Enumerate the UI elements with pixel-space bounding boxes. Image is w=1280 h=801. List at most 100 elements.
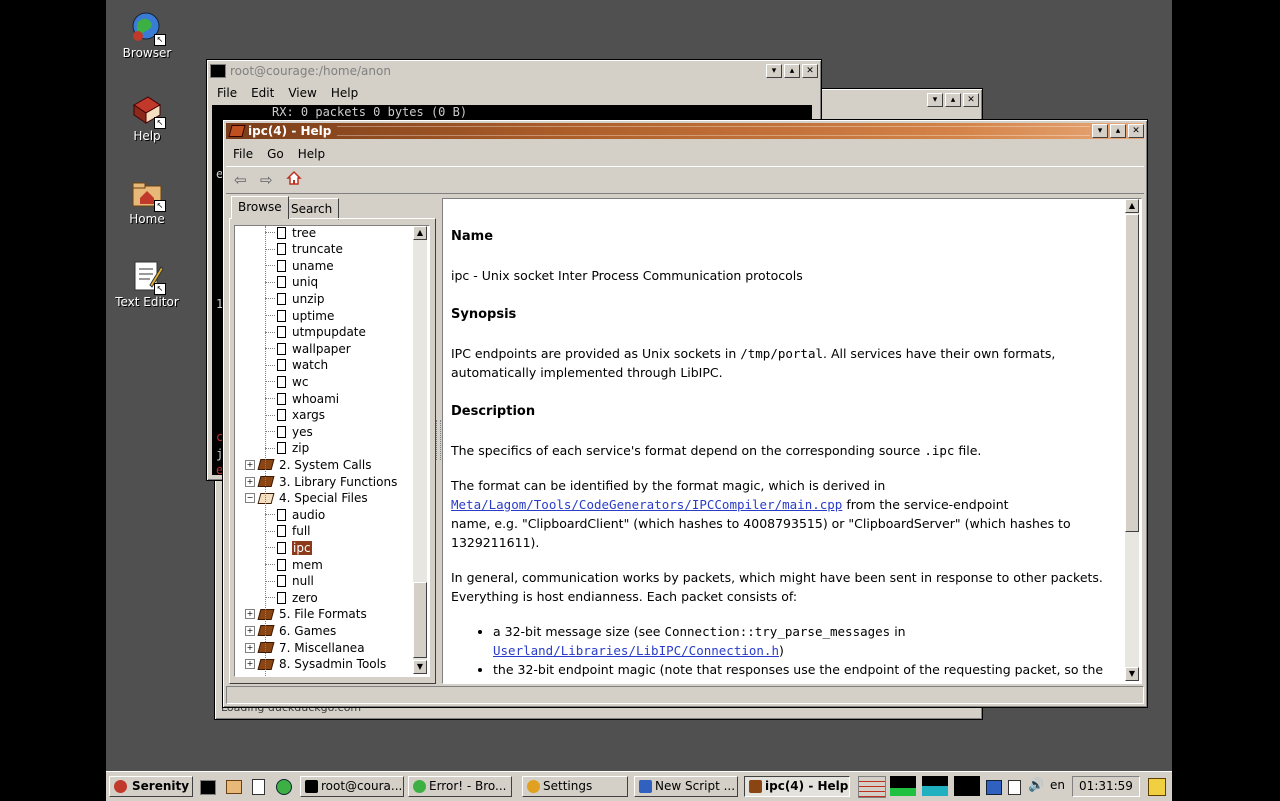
open-book-icon xyxy=(257,492,275,504)
maximize-button[interactable]: ▴ xyxy=(1110,124,1126,138)
desktop-icon-browser[interactable]: ↖ Browser xyxy=(105,10,189,60)
clock[interactable]: 01:31:59 xyxy=(1072,776,1140,797)
tree-item[interactable]: watch xyxy=(265,357,328,374)
network-icon[interactable] xyxy=(986,780,1002,795)
volume-icon[interactable]: 🔊 xyxy=(1028,778,1044,793)
task-terminal[interactable]: root@coura... xyxy=(300,776,404,797)
menu-help[interactable]: Help xyxy=(324,84,365,102)
globe-icon[interactable] xyxy=(276,779,292,795)
tree-item[interactable]: zero xyxy=(265,589,318,606)
document-view[interactable]: Name ipc - Unix socket Inter Process Com… xyxy=(442,198,1142,684)
tree-item[interactable]: audio xyxy=(265,506,326,523)
notification-icon[interactable] xyxy=(1148,778,1166,796)
tree-item-label: audio xyxy=(292,507,326,522)
tree-scrollbar[interactable]: ▲ ▼ xyxy=(413,226,427,674)
tree-item[interactable]: null xyxy=(265,573,314,590)
scroll-up-button[interactable]: ▲ xyxy=(1125,199,1139,213)
tree-item-label: 6. Games xyxy=(279,623,337,638)
tree-item[interactable]: yes xyxy=(265,423,313,440)
scroll-down-button[interactable]: ▼ xyxy=(413,660,427,674)
task-script[interactable]: New Script ... xyxy=(634,776,738,797)
scroll-up-button[interactable]: ▲ xyxy=(413,226,427,240)
tree-item[interactable]: +6. Games xyxy=(245,622,336,639)
file-manager-icon[interactable] xyxy=(226,780,242,794)
menu-edit[interactable]: Edit xyxy=(244,84,281,102)
tab-browse[interactable]: Browse xyxy=(231,196,289,219)
scroll-down-button[interactable]: ▼ xyxy=(1125,667,1139,681)
maximize-button[interactable]: ▴ xyxy=(945,93,961,107)
tree-item[interactable]: +2. System Calls xyxy=(245,456,371,473)
tree-item[interactable]: xargs xyxy=(265,407,325,424)
ipc-compiler-link[interactable]: Meta/Lagom/Tools/CodeGenerators/IPCCompi… xyxy=(451,497,842,512)
expand-icon[interactable]: + xyxy=(245,642,255,653)
desktop-icon-text-editor[interactable]: ↖ Text Editor xyxy=(105,259,189,309)
splitter-handle[interactable] xyxy=(436,420,441,460)
tree-item[interactable]: utmpupdate xyxy=(265,324,366,341)
task-browser[interactable]: Error! - Bro... xyxy=(408,776,512,797)
expand-icon[interactable]: + xyxy=(245,459,255,470)
menu-view[interactable]: View xyxy=(281,84,323,102)
scroll-thumb[interactable] xyxy=(1125,214,1139,532)
tree-item[interactable]: uniq xyxy=(265,274,318,291)
tree-item[interactable]: +5. File Formats xyxy=(245,606,367,623)
help-window[interactable]: ipc(4) - Help ▾ ▴ ✕ File Go Help ⇦ ⇨ Bro… xyxy=(222,119,1148,708)
help-titlebar[interactable]: ipc(4) - Help ▾ ▴ ✕ xyxy=(226,123,1144,139)
menu-go[interactable]: Go xyxy=(260,145,291,163)
minimize-button[interactable]: ▾ xyxy=(1092,124,1108,138)
home-icon[interactable] xyxy=(286,170,302,189)
memory-graph-icon[interactable] xyxy=(922,776,948,796)
minimize-button[interactable]: ▾ xyxy=(927,93,943,107)
clipboard-icon[interactable] xyxy=(1008,780,1021,795)
tree-item[interactable]: ipc xyxy=(265,539,312,556)
close-button[interactable]: ✕ xyxy=(802,64,818,78)
tree-item[interactable]: +8. Sysadmin Tools xyxy=(245,656,386,673)
tree-item[interactable]: − 4. Special Files xyxy=(245,490,368,507)
tree-item[interactable]: uname xyxy=(265,257,334,274)
document-scrollbar[interactable]: ▲ ▼ xyxy=(1125,199,1139,681)
manual-tree[interactable]: tree truncate uname uniq unzip uptime utmpupda… xyxy=(234,225,430,677)
keymap-indicator[interactable]: en xyxy=(1050,778,1065,792)
network-graph-icon[interactable] xyxy=(954,776,980,796)
desktop-icon-home[interactable]: ↖ Home xyxy=(105,176,189,226)
scroll-thumb[interactable] xyxy=(413,582,427,658)
expand-icon[interactable]: + xyxy=(245,659,255,670)
menu-file[interactable]: File xyxy=(226,145,260,163)
desktop-switcher-icon[interactable] xyxy=(858,776,886,798)
expand-icon[interactable]: + xyxy=(245,609,255,620)
forward-arrow-icon[interactable]: ⇨ xyxy=(260,171,273,189)
expand-icon[interactable]: + xyxy=(245,476,255,487)
tree-item[interactable]: mem xyxy=(265,556,323,573)
tree-item[interactable]: uptime xyxy=(265,307,334,324)
tree-item[interactable]: wallpaper xyxy=(265,340,351,357)
tree-item[interactable]: zip xyxy=(265,440,309,457)
start-button[interactable]: Serenity xyxy=(109,776,193,797)
menu-help[interactable]: Help xyxy=(291,145,332,163)
tree-item[interactable]: unzip xyxy=(265,290,324,307)
task-settings[interactable]: Settings xyxy=(522,776,628,797)
tree-item[interactable]: whoami xyxy=(265,390,339,407)
desktop-icon-help[interactable]: ↖ Help xyxy=(105,93,189,143)
tab-search[interactable]: Search xyxy=(284,198,340,220)
tree-item[interactable]: tree xyxy=(265,226,316,241)
tree-item[interactable]: +7. Miscellanea xyxy=(245,639,365,656)
tree-item[interactable]: truncate xyxy=(265,241,343,258)
tree-item[interactable]: full xyxy=(265,523,311,540)
terminal-titlebar[interactable]: root@courage:/home/anon ▾ ▴ ✕ xyxy=(210,63,818,79)
task-label: ipc(4) - Help xyxy=(765,779,849,793)
connection-h-link[interactable]: Userland/Libraries/LibIPC/Connection.h xyxy=(493,643,779,658)
cpu-graph-icon[interactable] xyxy=(890,776,916,796)
text-editor-icon[interactable] xyxy=(252,779,265,795)
collapse-icon[interactable]: − xyxy=(245,493,255,504)
close-button[interactable]: ✕ xyxy=(963,93,979,107)
tree-item[interactable]: wc xyxy=(265,373,308,390)
menu-file[interactable]: File xyxy=(210,84,244,102)
close-button[interactable]: ✕ xyxy=(1128,124,1144,138)
maximize-button[interactable]: ▴ xyxy=(784,64,800,78)
terminal-icon[interactable] xyxy=(200,780,216,795)
text: The format can be identified by the form… xyxy=(451,478,886,493)
back-arrow-icon[interactable]: ⇦ xyxy=(234,171,247,189)
minimize-button[interactable]: ▾ xyxy=(766,64,782,78)
task-help[interactable]: ipc(4) - Help xyxy=(744,776,850,797)
tree-item[interactable]: +3. Library Functions xyxy=(245,473,397,490)
expand-icon[interactable]: + xyxy=(245,625,255,636)
